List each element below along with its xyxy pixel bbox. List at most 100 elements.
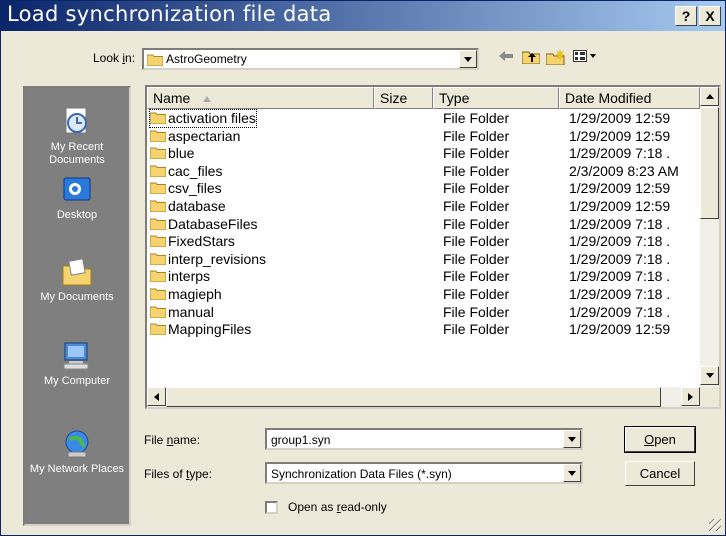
new-folder-button[interactable] [545, 49, 566, 68]
file-type-dropdown-arrow[interactable] [563, 464, 581, 482]
file-row[interactable]: blue File Folder 1/29/2009 7:18 . [147, 145, 700, 163]
file-row[interactable]: aspectarian File Folder 1/29/2009 12:59 [147, 128, 700, 146]
file-date-cell: 1/29/2009 12:59 [569, 127, 671, 144]
place-desktop[interactable]: Desktop [25, 174, 129, 222]
scroll-corner [700, 387, 719, 407]
look-in-combo[interactable]: AstroGeometry [142, 48, 479, 70]
file-name-value: group1.syn [271, 433, 331, 447]
file-list[interactable]: Name Size Type Date Modified activation … [145, 85, 721, 409]
folder-icon [150, 147, 166, 160]
column-header-type[interactable]: Type [433, 87, 559, 109]
arrow-left-icon [154, 392, 159, 401]
view-menu-button[interactable] [573, 49, 597, 66]
folder-icon [150, 112, 166, 124]
open-button[interactable]: Open [624, 426, 696, 453]
file-date-cell: 1/29/2009 7:18 . [569, 285, 671, 302]
chevron-down-icon [568, 436, 576, 442]
file-name-cell: aspectarian [150, 128, 240, 145]
file-type-cell: File Folder [443, 321, 510, 338]
file-name-cell: DatabaseFiles [150, 216, 258, 233]
scroll-left-button[interactable] [147, 387, 166, 406]
file-type-cell: File Folder [443, 162, 510, 179]
file-row[interactable]: FixedStars File Folder 1/29/2009 7:18 . [147, 233, 700, 251]
window-title: Load synchronization file data [7, 2, 332, 26]
file-date-cell: 1/29/2009 7:18 . [569, 145, 671, 162]
column-header-name[interactable]: Name [147, 87, 374, 109]
read-only-checkbox[interactable] [265, 501, 278, 514]
file-name-cell: interps [150, 268, 210, 285]
place-recent-documents[interactable]: My Recent Documents [25, 106, 129, 167]
horizontal-scrollbar[interactable] [147, 387, 700, 407]
file-name-cell: interp_revisions [150, 251, 266, 268]
place-my-computer[interactable]: My Computer [25, 340, 129, 388]
look-in-label: Look in: [93, 51, 136, 65]
file-row[interactable]: interps File Folder 1/29/2009 7:18 . [147, 268, 700, 286]
scroll-up-button[interactable] [700, 87, 719, 106]
close-button[interactable]: X [699, 6, 721, 26]
folder-icon [150, 253, 166, 265]
file-row[interactable]: interp_revisions File Folder 1/29/2009 7:1… [147, 251, 700, 269]
help-button[interactable]: ? [675, 6, 697, 26]
file-name-cell: blue [150, 145, 194, 162]
file-name-input[interactable]: group1.syn [265, 428, 583, 450]
file-name-cell: MappingFiles [150, 321, 251, 338]
file-name-cell: manual [150, 304, 214, 321]
file-name-cell: FixedStars [150, 233, 235, 250]
column-header-size[interactable]: Size [374, 87, 433, 109]
cancel-button[interactable]: Cancel [625, 461, 695, 486]
back-button[interactable] [498, 49, 514, 66]
network-places-icon [65, 430, 89, 458]
file-type-cell: File Folder [443, 180, 510, 197]
desktop-icon [63, 177, 91, 201]
file-row[interactable]: manual File Folder 1/29/2009 7:18 . [147, 304, 700, 322]
up-folder-icon [521, 51, 541, 65]
file-date-cell: 1/29/2009 12:59 [569, 321, 671, 338]
file-name-cell: magieph [150, 286, 222, 303]
chevron-down-icon [464, 56, 472, 62]
place-my-documents[interactable]: My Documents [25, 256, 129, 304]
file-row[interactable]: cac_files File Folder 2/3/2009 8:23 AM [147, 163, 700, 181]
up-folder-button[interactable] [521, 49, 541, 67]
file-row[interactable]: activation files File Folder 1/29/2009 12:… [147, 109, 700, 128]
look-in-dropdown-arrow[interactable] [459, 50, 477, 68]
file-name-cell: cac_files [150, 163, 222, 180]
resize-grip[interactable] [709, 519, 721, 531]
file-type-cell: File Folder [443, 303, 510, 320]
folder-icon [150, 235, 166, 248]
folder-icon [150, 200, 166, 212]
horizontal-scroll-thumb[interactable] [166, 387, 661, 407]
file-type-select[interactable]: Synchronization Data Files (*.syn) [265, 462, 583, 484]
read-only-label[interactable]: Open as read-only [288, 500, 387, 514]
file-row[interactable]: csv_files File Folder 1/29/2009 12:59 [147, 180, 700, 198]
file-type-value: Synchronization Data Files (*.syn) [271, 467, 452, 481]
look-in-value: AstroGeometry [166, 52, 247, 66]
file-date-cell: 1/29/2009 7:18 . [569, 268, 671, 285]
file-date-cell: 1/29/2009 7:18 . [569, 215, 671, 232]
folder-icon [150, 130, 166, 142]
folder-icon [150, 182, 166, 195]
sort-ascending-icon [203, 96, 212, 102]
my-computer-icon [63, 342, 89, 370]
file-name-cell: activation files [149, 109, 257, 128]
file-name-dropdown-arrow[interactable] [563, 430, 581, 448]
file-type-cell: File Folder [443, 145, 510, 162]
scroll-down-button[interactable] [700, 366, 719, 385]
place-network[interactable]: My Network Places [25, 428, 129, 476]
file-type-cell: File Folder [443, 197, 510, 214]
file-row[interactable]: magieph File Folder 1/29/2009 7:18 . [147, 286, 700, 304]
title-bar[interactable]: Load synchronization file data ? X [1, 1, 725, 31]
file-row[interactable]: MappingFiles File Folder 1/29/2009 12:59 [147, 321, 700, 339]
file-type-label: Files of type: [144, 467, 213, 481]
file-date-cell: 1/29/2009 7:18 . [569, 303, 671, 320]
file-type-cell: File Folder [443, 215, 510, 232]
scroll-right-button[interactable] [681, 387, 700, 406]
folder-icon [150, 165, 166, 177]
column-header-date[interactable]: Date Modified [559, 87, 700, 109]
arrow-down-icon [705, 373, 714, 378]
vertical-scroll-thumb[interactable] [700, 107, 719, 219]
file-row[interactable]: database File Folder 1/29/2009 12:59 [147, 198, 700, 216]
vertical-scrollbar[interactable] [700, 87, 719, 387]
file-date-cell: 1/29/2009 7:18 . [569, 233, 671, 250]
folder-icon [150, 323, 166, 336]
file-row[interactable]: DatabaseFiles File Folder 1/29/2009 7:18 . [147, 216, 700, 234]
